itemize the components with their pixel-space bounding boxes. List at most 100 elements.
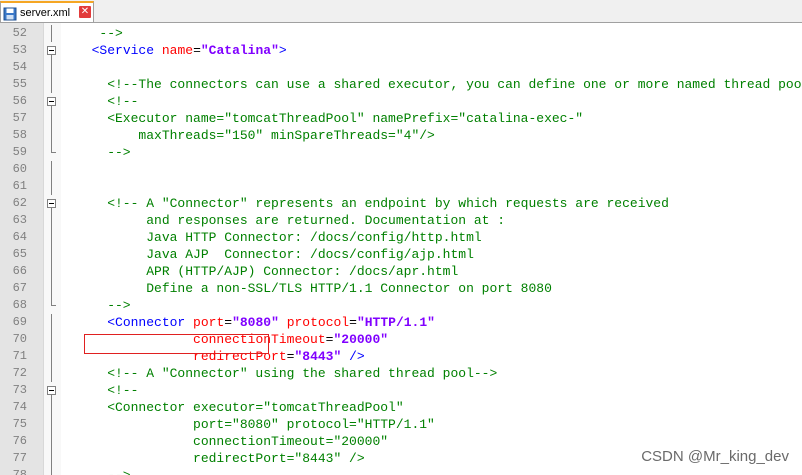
code-text: and responses are returned. Documentatio…	[76, 212, 505, 229]
fold-line	[43, 314, 61, 331]
code-text: APR (HTTP/AJP) Connector: /docs/apr.html	[76, 263, 458, 280]
line-number: 52	[12, 26, 27, 40]
code-line[interactable]: 63 and responses are returned. Documenta…	[0, 212, 802, 229]
code-text: maxThreads="150" minSpareThreads="4"/>	[76, 127, 434, 144]
code-line[interactable]: 64 Java HTTP Connector: /docs/config/htt…	[0, 229, 802, 246]
code-line[interactable]: 56 <!--	[0, 93, 802, 110]
code-line[interactable]: 73 <!--	[0, 382, 802, 399]
save-disk-icon	[3, 6, 17, 20]
line-number: 54	[12, 60, 27, 74]
code-line[interactable]: 78 -->	[0, 467, 802, 475]
line-number: 71	[12, 349, 27, 363]
token-comment: -->	[76, 298, 131, 313]
token-comment: port="8080" protocol="HTTP/1.1"	[76, 417, 435, 432]
tab-server-xml[interactable]: server.xml ✕	[0, 1, 94, 22]
code-line[interactable]: 75 port="8080" protocol="HTTP/1.1"	[0, 416, 802, 433]
fold-line	[43, 144, 61, 161]
token-comment: <Executor name="tomcatThreadPool" namePr…	[76, 111, 584, 126]
token-comment: Define a non-SSL/TLS HTTP/1.1 Connector …	[76, 281, 552, 296]
code-text: -->	[76, 467, 130, 475]
code-line[interactable]: 58 maxThreads="150" minSpareThreads="4"/…	[0, 127, 802, 144]
line-number: 70	[12, 332, 27, 346]
fold-line	[43, 246, 61, 263]
token-comment: <!--	[76, 383, 139, 398]
fold-line	[43, 229, 61, 246]
close-icon[interactable]: ✕	[79, 6, 91, 18]
token-tag: />	[341, 349, 365, 364]
code-line[interactable]: 60	[0, 161, 802, 178]
token-comment: Java HTTP Connector: /docs/config/http.h…	[76, 230, 482, 245]
fold-line	[43, 25, 61, 42]
fold-toggle-icon[interactable]	[43, 195, 61, 212]
code-text: <!-- A "Connector" using the shared thre…	[76, 365, 497, 382]
code-line[interactable]: 69 <Connector port="8080" protocol="HTTP…	[0, 314, 802, 331]
token-comment: redirectPort="8443" />	[76, 451, 365, 466]
code-text: <!--	[76, 382, 138, 399]
line-number: 69	[12, 315, 27, 329]
code-line[interactable]: 54	[0, 59, 802, 76]
token-comment: connectionTimeout="20000"	[76, 434, 389, 449]
line-number: 66	[12, 264, 27, 278]
line-number: 57	[12, 111, 27, 125]
line-number: 68	[12, 298, 27, 312]
code-line[interactable]: 74 <Connector executor="tomcatThreadPool…	[0, 399, 802, 416]
fold-line	[43, 76, 61, 93]
tab-bar: server.xml ✕	[0, 0, 802, 23]
code-line[interactable]: 67 Define a non-SSL/TLS HTTP/1.1 Connect…	[0, 280, 802, 297]
highlight-box	[84, 334, 269, 354]
fold-line	[43, 212, 61, 229]
token-attr: protocol	[286, 315, 350, 330]
fold-line	[43, 399, 61, 416]
token-comment: <Connector executor="tomcatThreadPool"	[76, 400, 404, 415]
line-number: 58	[12, 128, 27, 142]
line-number: 64	[12, 230, 27, 244]
code-line[interactable]: 57 <Executor name="tomcatThreadPool" nam…	[0, 110, 802, 127]
code-line[interactable]: 72 <!-- A "Connector" using the shared t…	[0, 365, 802, 382]
fold-line	[43, 110, 61, 127]
code-text: <Executor name="tomcatThreadPool" namePr…	[76, 110, 583, 127]
token-val: "8443"	[294, 349, 342, 364]
fold-line	[43, 348, 61, 365]
code-text: Java HTTP Connector: /docs/config/http.h…	[76, 229, 482, 246]
token-comment: and responses are returned. Documentatio…	[76, 213, 506, 228]
code-line[interactable]: 68 -->	[0, 297, 802, 314]
code-line[interactable]: 66 APR (HTTP/AJP) Connector: /docs/apr.h…	[0, 263, 802, 280]
token-comment: <!--The connectors can use a shared exec…	[76, 77, 802, 92]
code-line[interactable]: 53 <Service name="Catalina">	[0, 42, 802, 59]
line-number: 59	[12, 145, 27, 159]
token-val: "20000"	[333, 332, 389, 347]
code-text: <Service name="Catalina">	[76, 42, 287, 59]
code-text: <Connector port="8080" protocol="HTTP/1.…	[76, 314, 435, 331]
fold-toggle-icon[interactable]	[43, 382, 61, 399]
token-attr: name	[161, 43, 194, 58]
code-editor[interactable]: 52 --> 53 <Service name="Catalina"> 54 55 <…	[0, 23, 802, 475]
line-number: 65	[12, 247, 27, 261]
token-val: "HTTP/1.1"	[356, 315, 435, 330]
code-text: redirectPort="8443" />	[76, 450, 365, 467]
line-number: 56	[12, 94, 27, 108]
fold-toggle-icon[interactable]	[43, 93, 61, 110]
code-text: Define a non-SSL/TLS HTTP/1.1 Connector …	[76, 280, 552, 297]
token-comment: <!-- A "Connector" represents an endpoin…	[76, 196, 669, 211]
code-line[interactable]: 62 <!-- A "Connector" represents an endp…	[0, 195, 802, 212]
code-text: <!-- A "Connector" represents an endpoin…	[76, 195, 669, 212]
line-number: 55	[12, 77, 27, 91]
fold-line	[43, 297, 61, 314]
code-text: -->	[76, 297, 131, 314]
line-number: 73	[12, 383, 27, 397]
code-line[interactable]: 52 -->	[0, 25, 802, 42]
fold-toggle-icon[interactable]	[43, 42, 61, 59]
fold-line	[43, 365, 61, 382]
code-line[interactable]: 61	[0, 178, 802, 195]
token-attr: port	[193, 315, 225, 330]
code-line[interactable]: 59 -->	[0, 144, 802, 161]
code-line[interactable]: 65 Java AJP Connector: /docs/config/ajp.…	[0, 246, 802, 263]
token-comment: -->	[76, 468, 130, 475]
watermark: CSDN @Mr_king_dev	[641, 448, 789, 465]
fold-line	[43, 331, 61, 348]
code-line[interactable]: 55 <!--The connectors can use a shared e…	[0, 76, 802, 93]
